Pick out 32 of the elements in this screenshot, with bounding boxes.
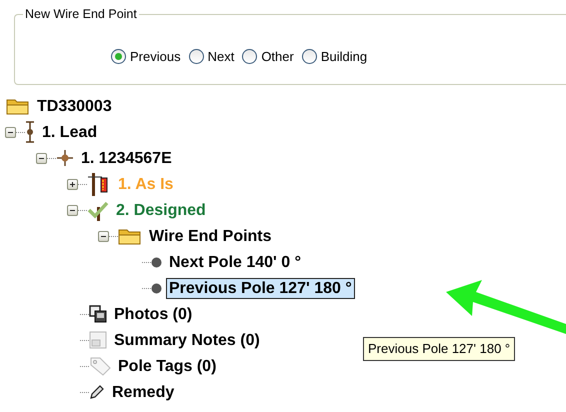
collapse-toggle[interactable] (36, 152, 47, 164)
tree-item[interactable]: Pole Tags (0) (115, 356, 220, 376)
folder-icon (118, 227, 142, 245)
pole-icon (25, 121, 35, 143)
tree-item[interactable]: TD330003 (34, 96, 115, 116)
collapse-toggle[interactable] (67, 204, 78, 216)
tree-item[interactable]: 1. 1234567E (78, 148, 175, 168)
pencil-icon (89, 384, 105, 400)
check-icon (87, 199, 109, 221)
crosshair-icon (56, 149, 74, 167)
tree-item[interactable]: Remedy (109, 382, 178, 402)
tree-item[interactable]: 1. Lead (39, 122, 100, 142)
collapse-toggle[interactable] (5, 126, 16, 138)
tooltip: Previous Pole 127' 180 ° (363, 337, 516, 360)
tree-item[interactable]: 2. Designed (113, 200, 209, 220)
dot-icon (151, 282, 162, 294)
tag-icon (89, 356, 111, 376)
radio-button[interactable]: Previous (111, 47, 181, 66)
radio-button[interactable]: Other (242, 47, 294, 66)
radio-button[interactable]: Next (188, 47, 234, 66)
tree-item[interactable]: Summary Notes (0) (111, 330, 263, 350)
dot-icon (151, 256, 162, 268)
photos-icon (89, 305, 107, 323)
folder-icon (6, 97, 30, 115)
radio-button[interactable]: Building (302, 47, 368, 66)
expand-toggle[interactable] (67, 178, 78, 190)
note-icon (89, 331, 107, 349)
tree-item[interactable]: Photos (0) (111, 304, 196, 324)
tree-item[interactable]: Next Pole 140' 0 ° (166, 252, 304, 272)
collapse-toggle[interactable] (98, 230, 109, 242)
tree-item[interactable]: Previous Pole 127' 180 ° (166, 278, 355, 298)
tree-item[interactable]: Wire End Points (146, 226, 275, 246)
